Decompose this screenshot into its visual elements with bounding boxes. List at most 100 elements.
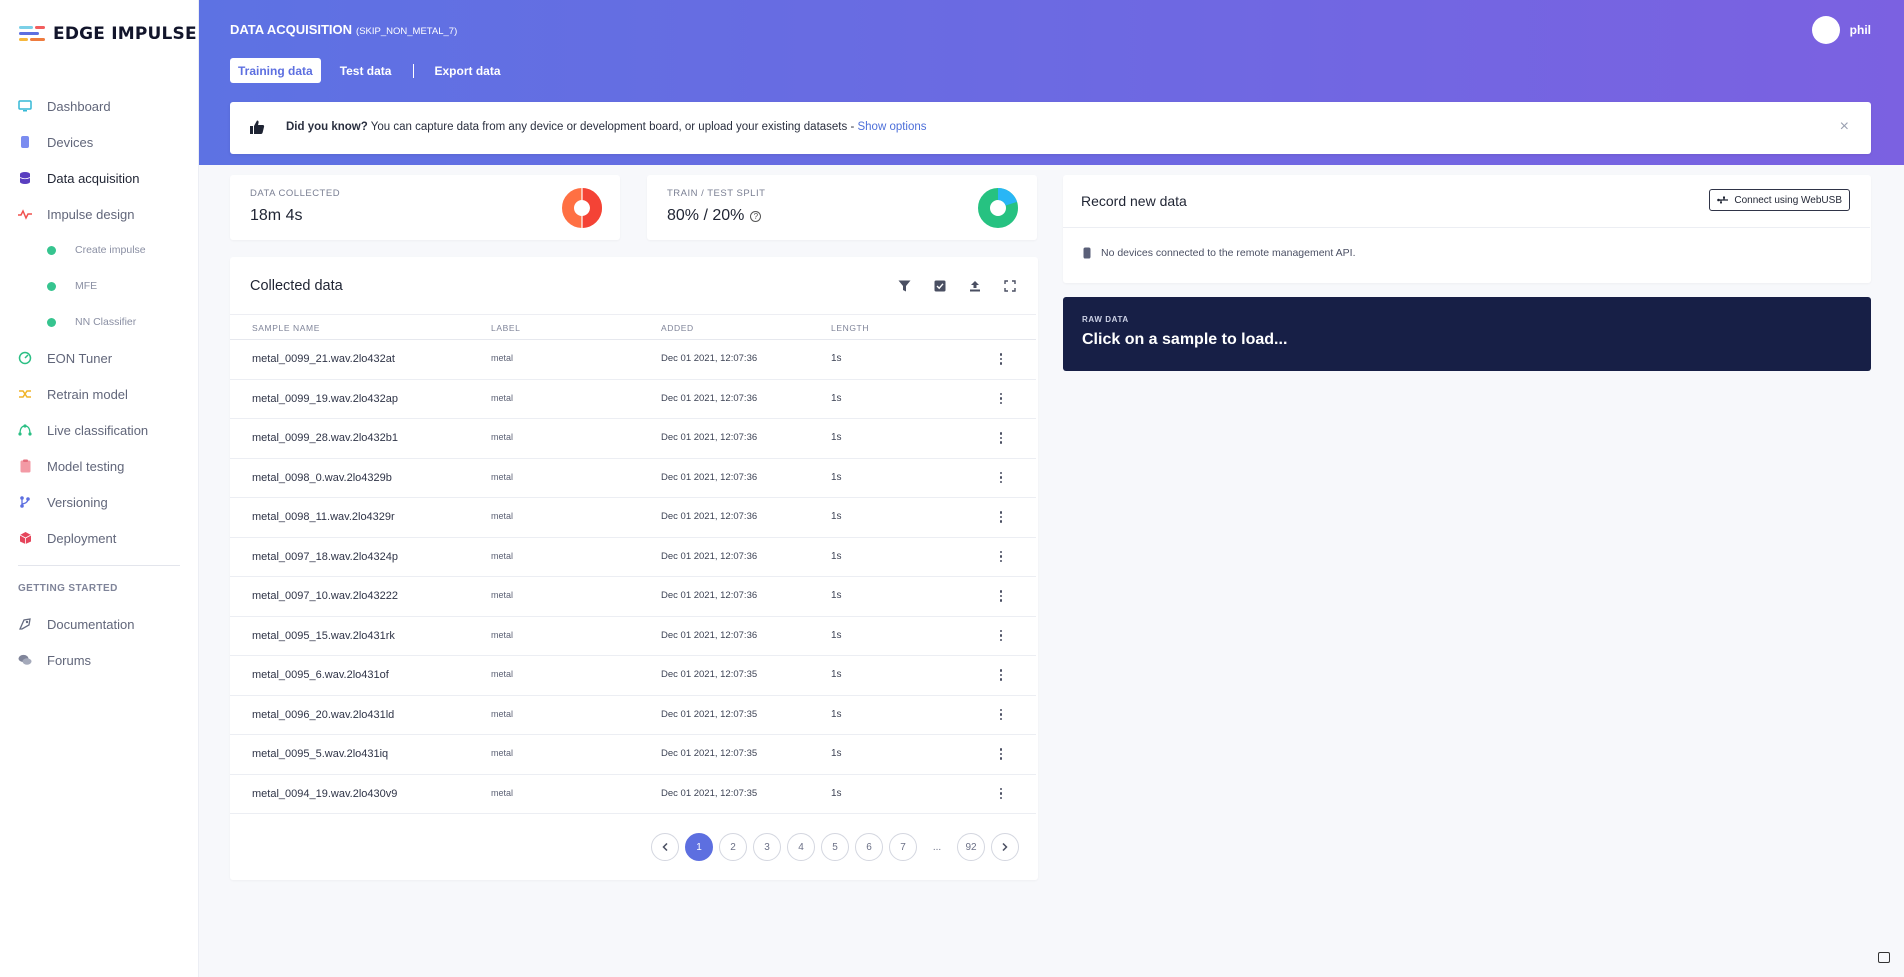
- username[interactable]: phil: [1850, 23, 1871, 37]
- avatar[interactable]: [1811, 16, 1840, 44]
- feedback-icon[interactable]: [1878, 952, 1890, 963]
- more-options-icon[interactable]: [995, 785, 1007, 803]
- sample-added: Dec 01 2021, 12:07:36: [661, 550, 758, 562]
- sample-added: Dec 01 2021, 12:07:36: [661, 511, 758, 522]
- more-options-icon[interactable]: [995, 350, 1007, 368]
- sidebar-item-documentation[interactable]: Documentation: [0, 609, 199, 639]
- table-row[interactable]: metal_0095_15.wav.2lo431rk metal Dec 01 20…: [230, 617, 1036, 656]
- sidebar-item-label: Model testing: [47, 458, 125, 474]
- page-button[interactable]: 4: [787, 833, 815, 861]
- table-row[interactable]: metal_0095_5.wav.2lo431iq metal Dec 01 202…: [230, 735, 1036, 775]
- tab-export-data[interactable]: Export data: [426, 58, 508, 83]
- tab-test-data[interactable]: Test data: [332, 58, 400, 83]
- more-options-icon[interactable]: [995, 666, 1007, 684]
- sample-name: metal_0098_11.wav.2lo4329r: [252, 511, 395, 523]
- sidebar-item-create-impulse[interactable]: Create impulse: [0, 235, 199, 265]
- split-value: 80% / 20%: [667, 207, 745, 224]
- sample-label: metal: [491, 629, 514, 640]
- monitor-icon: [18, 99, 32, 113]
- upload-icon[interactable]: [966, 277, 983, 294]
- column-header-length[interactable]: LENGTH: [831, 323, 869, 333]
- more-options-icon[interactable]: [995, 548, 1007, 566]
- connect-webusb-button[interactable]: Connect using WebUSB: [1709, 189, 1850, 211]
- sidebar-item-nn-classifier[interactable]: NN Classifier: [0, 307, 199, 337]
- box-icon: [18, 531, 32, 545]
- sidebar-item-devices[interactable]: Devices: [0, 127, 199, 157]
- more-options-icon[interactable]: [995, 706, 1007, 724]
- table-row[interactable]: metal_0099_28.wav.2lo432b1 metal Dec 01 20…: [230, 419, 1036, 459]
- sample-name: metal_0097_18.wav.2lo4324p: [252, 550, 398, 563]
- sample-label: metal: [491, 471, 514, 482]
- table-row[interactable]: metal_0094_19.wav.2lo430v9 metal Dec 01 20…: [230, 775, 1036, 814]
- shuffle-icon: [18, 387, 32, 401]
- more-options-icon[interactable]: [995, 429, 1007, 447]
- pulse-icon: [18, 207, 32, 221]
- expand-icon[interactable]: [1001, 277, 1018, 294]
- table-row[interactable]: metal_0097_10.wav.2lo43222 metal Dec 01 20…: [230, 577, 1036, 617]
- sidebar-item-versioning[interactable]: Versioning: [0, 487, 199, 517]
- help-icon[interactable]: ?: [750, 210, 762, 222]
- train-test-split-card: TRAIN / TEST SPLIT 80% / 20% ?: [647, 175, 1037, 240]
- column-header-label[interactable]: LABEL: [491, 323, 520, 333]
- sidebar-item-model-testing[interactable]: Model testing: [0, 451, 199, 481]
- more-options-icon[interactable]: [995, 390, 1007, 408]
- sidebar-item-forums[interactable]: Forums: [0, 645, 199, 675]
- did-you-know-banner: Did you know? You can capture data from …: [230, 102, 1871, 154]
- more-options-icon[interactable]: [995, 745, 1007, 763]
- connect-webusb-label: Connect using WebUSB: [1734, 194, 1842, 206]
- page-button[interactable]: 1: [685, 833, 713, 861]
- sample-name: metal_0095_6.wav.2lo431of: [252, 669, 389, 681]
- page-button[interactable]: 6: [855, 833, 883, 861]
- table-row[interactable]: metal_0095_6.wav.2lo431of metal Dec 01 202…: [230, 656, 1036, 696]
- table-row[interactable]: metal_0098_0.wav.2lo4329b metal Dec 01 202…: [230, 459, 1036, 498]
- sample-length: 1s: [831, 471, 842, 483]
- more-options-icon[interactable]: [995, 587, 1007, 605]
- prev-page-button[interactable]: [651, 833, 679, 861]
- sample-name: metal_0096_20.wav.2lo431ld: [252, 708, 395, 721]
- show-options-link[interactable]: Show options: [857, 121, 926, 133]
- sidebar-item-label: Versioning: [47, 494, 108, 510]
- page-button[interactable]: 3: [753, 833, 781, 861]
- sidebar-item-data-acquisition[interactable]: Data acquisition: [0, 163, 199, 193]
- sidebar-item-label: EON Tuner: [47, 350, 113, 366]
- table-row[interactable]: metal_0099_19.wav.2lo432ap metal Dec 01 20…: [230, 380, 1036, 419]
- page-button[interactable]: 5: [821, 833, 849, 861]
- column-header-sample-name[interactable]: SAMPLE NAME: [252, 323, 320, 333]
- sample-name: metal_0095_15.wav.2lo431rk: [252, 629, 395, 642]
- page-button[interactable]: 7: [889, 833, 917, 861]
- sample-added: Dec 01 2021, 12:07:36: [661, 432, 758, 443]
- tab-training-data[interactable]: Training data: [230, 58, 321, 83]
- more-options-icon[interactable]: [995, 469, 1007, 487]
- table-row[interactable]: metal_0096_20.wav.2lo431ld metal Dec 01 20…: [230, 696, 1036, 735]
- next-page-button[interactable]: [991, 833, 1019, 861]
- sample-added: Dec 01 2021, 12:07:36: [661, 629, 758, 641]
- banner-lead: Did you know?: [286, 121, 368, 133]
- table-row[interactable]: metal_0098_11.wav.2lo4329r metal Dec 01 20…: [230, 498, 1036, 538]
- sample-label: metal: [491, 432, 514, 442]
- sample-name: metal_0097_10.wav.2lo43222: [252, 590, 398, 602]
- column-header-added[interactable]: ADDED: [661, 323, 694, 333]
- table-row[interactable]: metal_0099_21.wav.2lo432at metal Dec 01 20…: [230, 340, 1036, 380]
- sidebar-item-dashboard[interactable]: Dashboard: [0, 91, 199, 121]
- filter-icon[interactable]: [896, 277, 913, 294]
- page-button[interactable]: 92: [957, 833, 985, 861]
- database-icon: [18, 171, 32, 185]
- table-row[interactable]: metal_0097_18.wav.2lo4324p metal Dec 01 20…: [230, 538, 1036, 577]
- banner-text: Did you know? You can capture data from …: [286, 121, 927, 133]
- brand-logo[interactable]: EDGE IMPULSE: [19, 24, 197, 44]
- sidebar-item-impulse-design[interactable]: Impulse design: [0, 199, 199, 229]
- sample-name: metal_0098_0.wav.2lo4329b: [252, 471, 392, 484]
- more-options-icon[interactable]: [995, 627, 1007, 645]
- sample-label: metal: [491, 550, 514, 561]
- sidebar-item-eon-tuner[interactable]: EON Tuner: [0, 343, 199, 373]
- sidebar-item-deployment[interactable]: Deployment: [0, 523, 199, 553]
- close-icon[interactable]: ×: [1840, 118, 1849, 136]
- sidebar-item-retrain-model[interactable]: Retrain model: [0, 379, 199, 409]
- sidebar-item-live-classification[interactable]: Live classification: [0, 415, 199, 445]
- device-icon: [1083, 247, 1091, 259]
- page-button[interactable]: 2: [719, 833, 747, 861]
- select-icon[interactable]: [931, 277, 948, 294]
- user-menu[interactable]: phil: [1811, 16, 1871, 44]
- more-options-icon[interactable]: [995, 508, 1007, 526]
- sidebar-item-mfe[interactable]: MFE: [0, 271, 199, 301]
